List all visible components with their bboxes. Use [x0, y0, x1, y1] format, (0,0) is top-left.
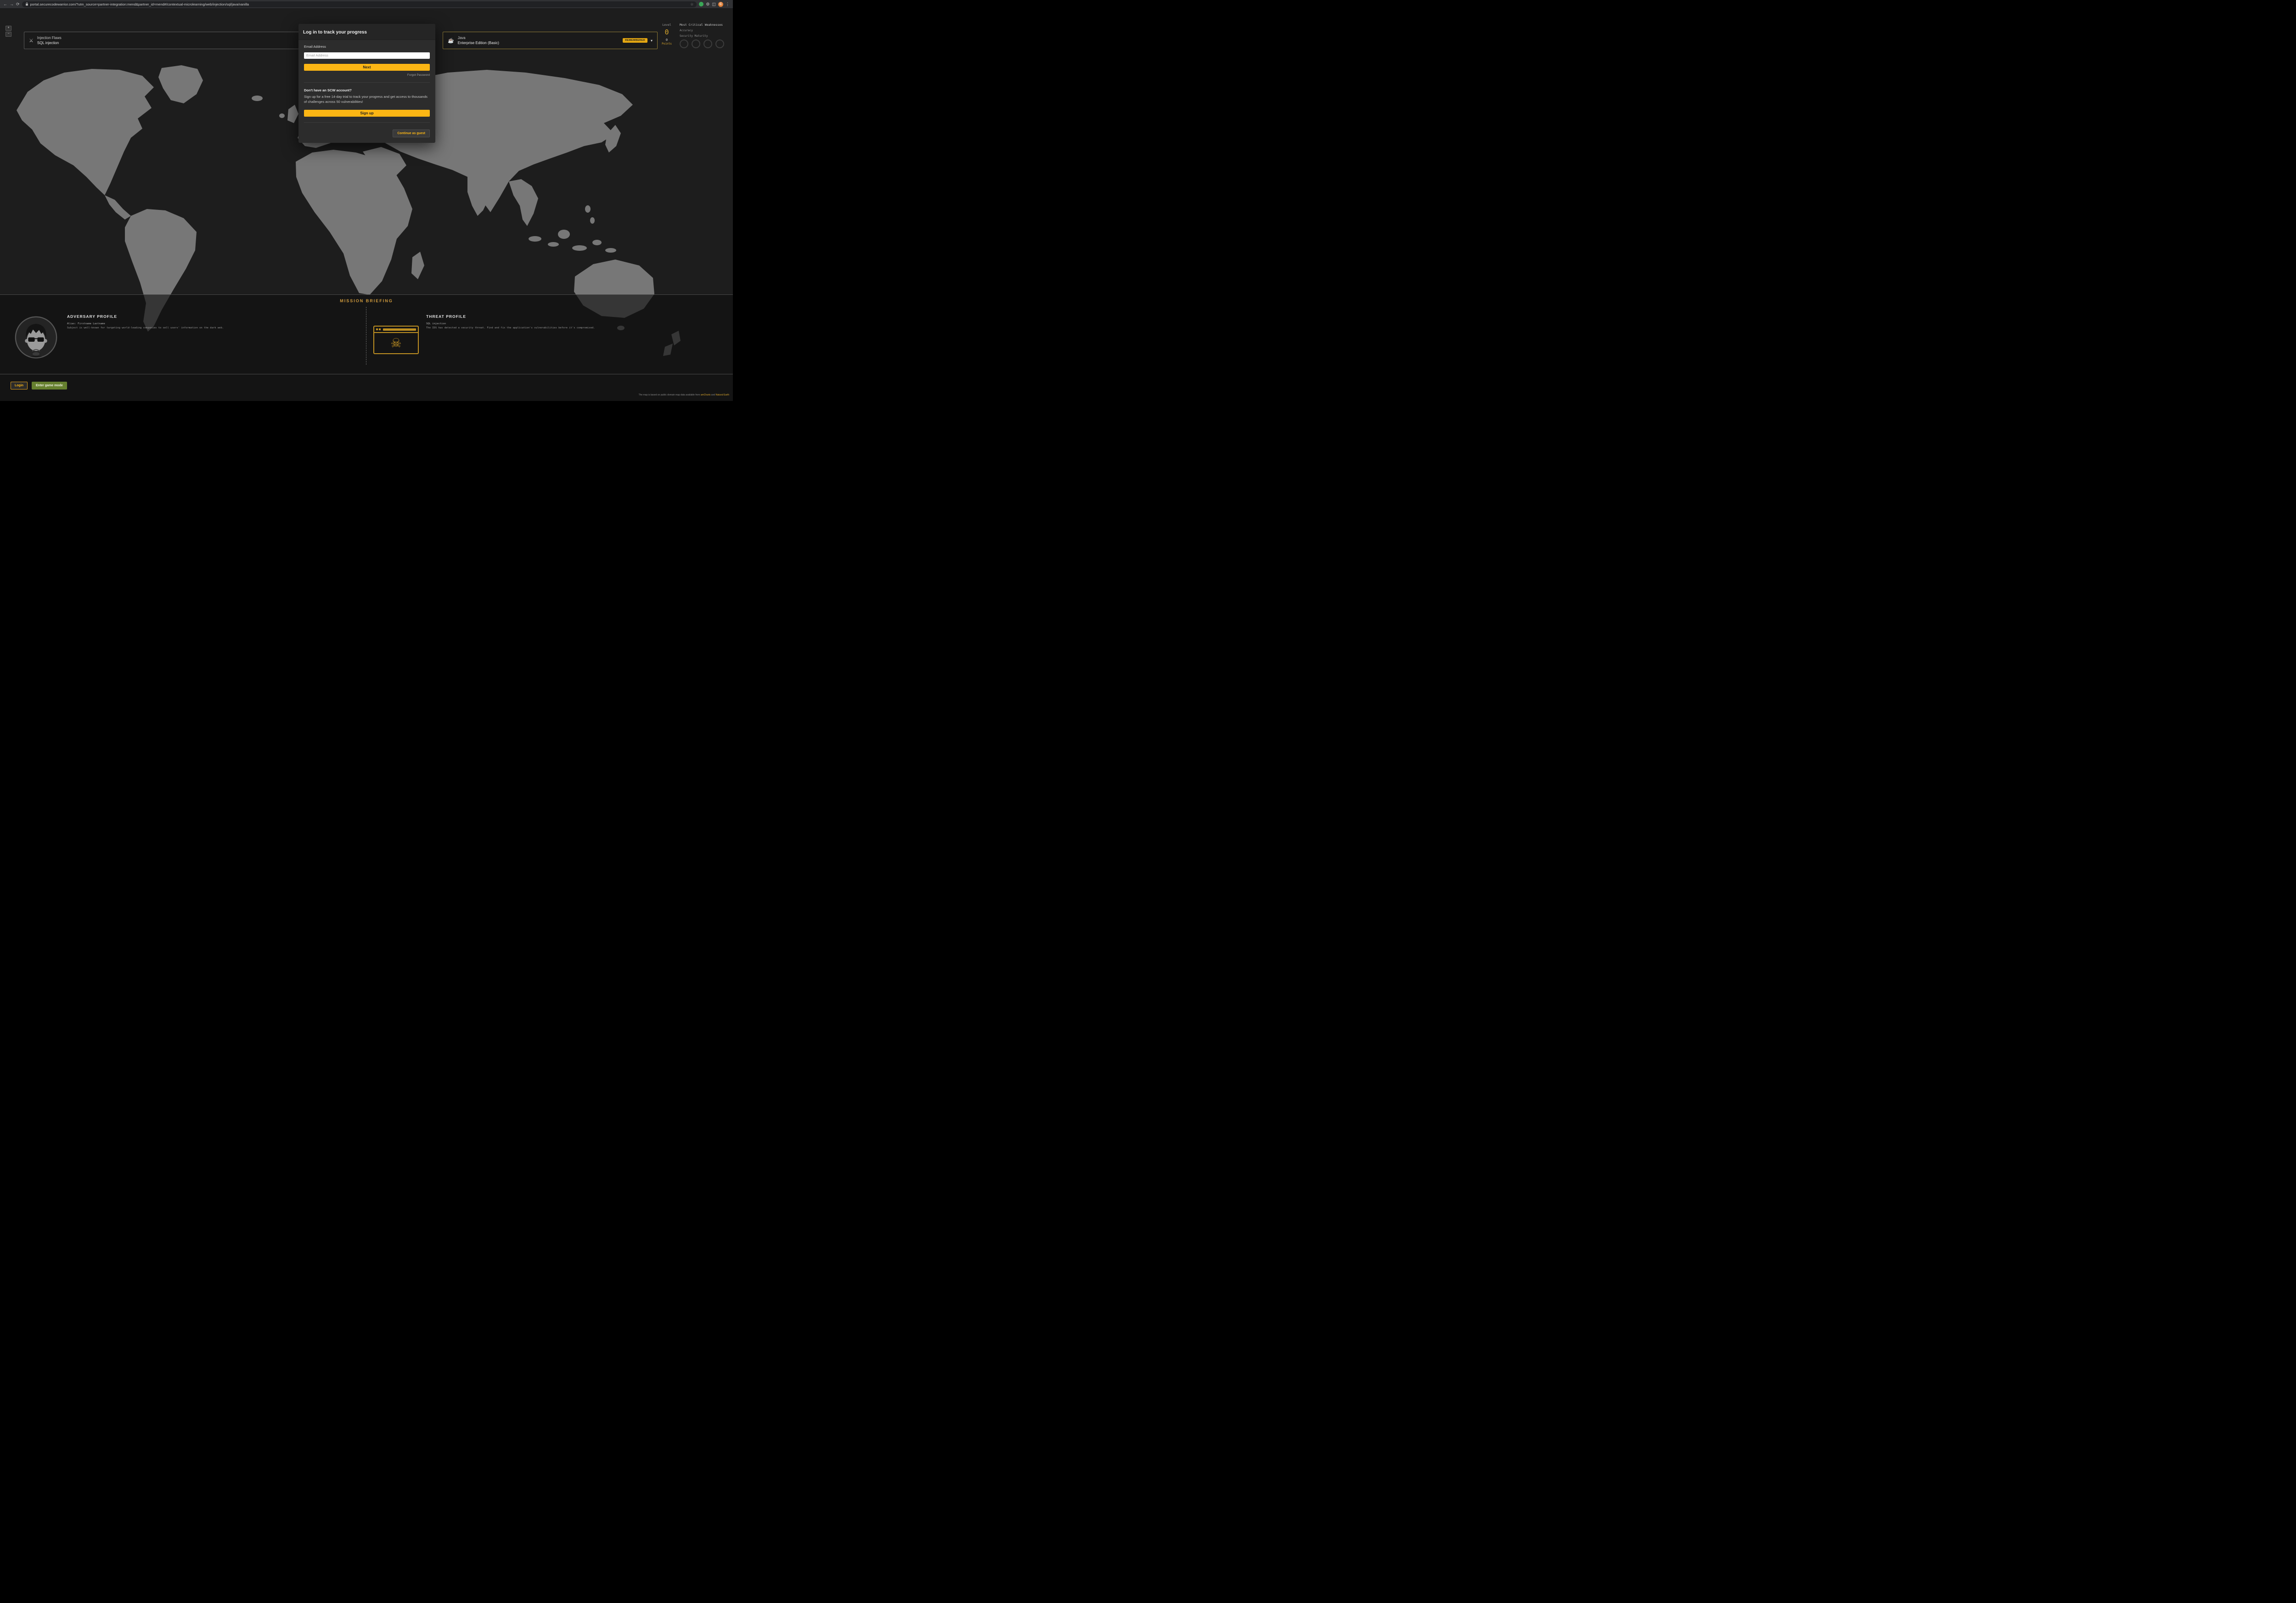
next-button[interactable]: Next	[304, 64, 430, 71]
email-field[interactable]	[304, 52, 430, 59]
bookmark-star-icon[interactable]: ☆	[690, 2, 693, 6]
enter-game-mode-button[interactable]: Enter game mode	[32, 382, 67, 389]
stats-panel: Level 0 0 Points Most Critical Weaknesse…	[659, 23, 730, 48]
credit-link-2[interactable]: Natural Earth	[716, 394, 729, 396]
maturity-label: Security Maturity	[680, 34, 730, 38]
forward-icon[interactable]: →	[10, 0, 14, 8]
browser-toolbar: ← → ⟳ portal.securecodewarrior.com/?utm_…	[0, 0, 733, 9]
accuracy-label: Accuracy	[680, 29, 730, 32]
weaknesses-title: Most Critical Weaknesses	[680, 23, 730, 27]
adversary-description: Subject is well-known for targeting worl…	[67, 327, 224, 329]
login-modal-title: Log in to track your progress	[303, 30, 367, 35]
signup-heading: Don't have an SCW account?	[304, 88, 430, 92]
points-label: Points	[659, 42, 674, 45]
app-window: ← → ⟳ portal.securecodewarrior.com/?utm_…	[0, 0, 733, 401]
topic-category: Injection Flaws	[37, 36, 62, 40]
maturity-circle	[692, 40, 700, 48]
footer-bar: Login Enter game mode The map is based o…	[0, 374, 733, 401]
language-edition: Enterprise Edition (Basic)	[458, 41, 499, 45]
adversary-profile-title: ADVERSARY PROFILE	[67, 314, 224, 319]
url-text: portal.securecodewarrior.com/?utm_source…	[30, 2, 249, 6]
topic-name: SQL injection	[37, 41, 62, 45]
mission-divider-line	[0, 294, 733, 295]
threat-name: SQL injection	[426, 322, 595, 325]
map-zoom-controls: + −	[6, 26, 11, 38]
mission-briefing-title: MISSION BRIEFING	[340, 299, 393, 303]
lock-icon	[25, 2, 28, 6]
modal-divider	[304, 82, 430, 83]
maturity-circle	[715, 40, 724, 48]
level-value: 0	[659, 28, 674, 36]
crossed-swords-icon: ⚔	[29, 38, 34, 44]
reload-icon[interactable]: ⟳	[16, 0, 20, 8]
language-name: Java	[458, 36, 499, 40]
signup-button[interactable]: Sign up	[304, 110, 430, 117]
adversary-avatar	[14, 316, 58, 359]
address-bar[interactable]: portal.securecodewarrior.com/?utm_source…	[22, 1, 697, 7]
level-label: Level	[659, 23, 674, 27]
zoom-out-button[interactable]: −	[6, 32, 11, 37]
points-value: 0	[659, 38, 674, 42]
zoom-in-button[interactable]: +	[6, 26, 11, 31]
adversary-alias: Alias: Firstname Lastname	[67, 322, 224, 325]
email-label: Email Address	[304, 45, 430, 49]
credit-and: and	[711, 394, 715, 396]
login-modal-header: Log in to track your progress	[298, 24, 435, 40]
threat-description: The IDS has detected a security threat. …	[426, 327, 595, 329]
extensions-puzzle-icon[interactable]: ⚙	[706, 2, 709, 7]
login-button[interactable]: Login	[11, 382, 28, 389]
signup-text: Sign up for a free 14-day trial to track…	[304, 95, 430, 105]
chevron-down-icon[interactable]: ▾	[651, 39, 653, 43]
topic-selector[interactable]: ⚔ Injection Flaws SQL injection	[24, 32, 302, 49]
credit-text: The map is based on public domain map da…	[639, 394, 700, 396]
java-icon: ☕	[448, 38, 454, 44]
continue-as-guest-button[interactable]: Continue as guest	[393, 130, 430, 137]
maturity-circle	[680, 40, 688, 48]
extension-icon-green[interactable]	[699, 2, 703, 6]
forgot-password-link[interactable]: Forgot Password	[304, 73, 430, 77]
login-modal: Log in to track your progress Email Addr…	[298, 24, 435, 143]
threat-profile-title: THREAT PROFILE	[426, 314, 595, 319]
modal-divider	[304, 122, 430, 123]
browser-menu-icon[interactable]: ⋮	[726, 2, 730, 7]
maturity-circles	[680, 40, 730, 48]
credit-link-1[interactable]: amCharts	[701, 394, 711, 396]
remembered-badge: REMEMBERED	[623, 38, 647, 43]
threat-profile: THREAT PROFILE SQL injection The IDS has…	[426, 314, 595, 329]
map-credit: The map is based on public domain map da…	[639, 394, 729, 396]
skull-icon: ☠	[374, 333, 418, 353]
adversary-profile: ADVERSARY PROFILE Alias: Firstname Lastn…	[67, 314, 224, 329]
side-panel-icon[interactable]: ◫	[712, 2, 716, 7]
language-selector[interactable]: ☕ Java Enterprise Edition (Basic) REMEMB…	[443, 32, 658, 49]
back-icon[interactable]: ←	[3, 0, 7, 8]
browser-profile-avatar[interactable]: C	[718, 2, 723, 7]
maturity-circle	[703, 40, 712, 48]
threat-browser-skull-icon: ☠	[373, 326, 419, 354]
